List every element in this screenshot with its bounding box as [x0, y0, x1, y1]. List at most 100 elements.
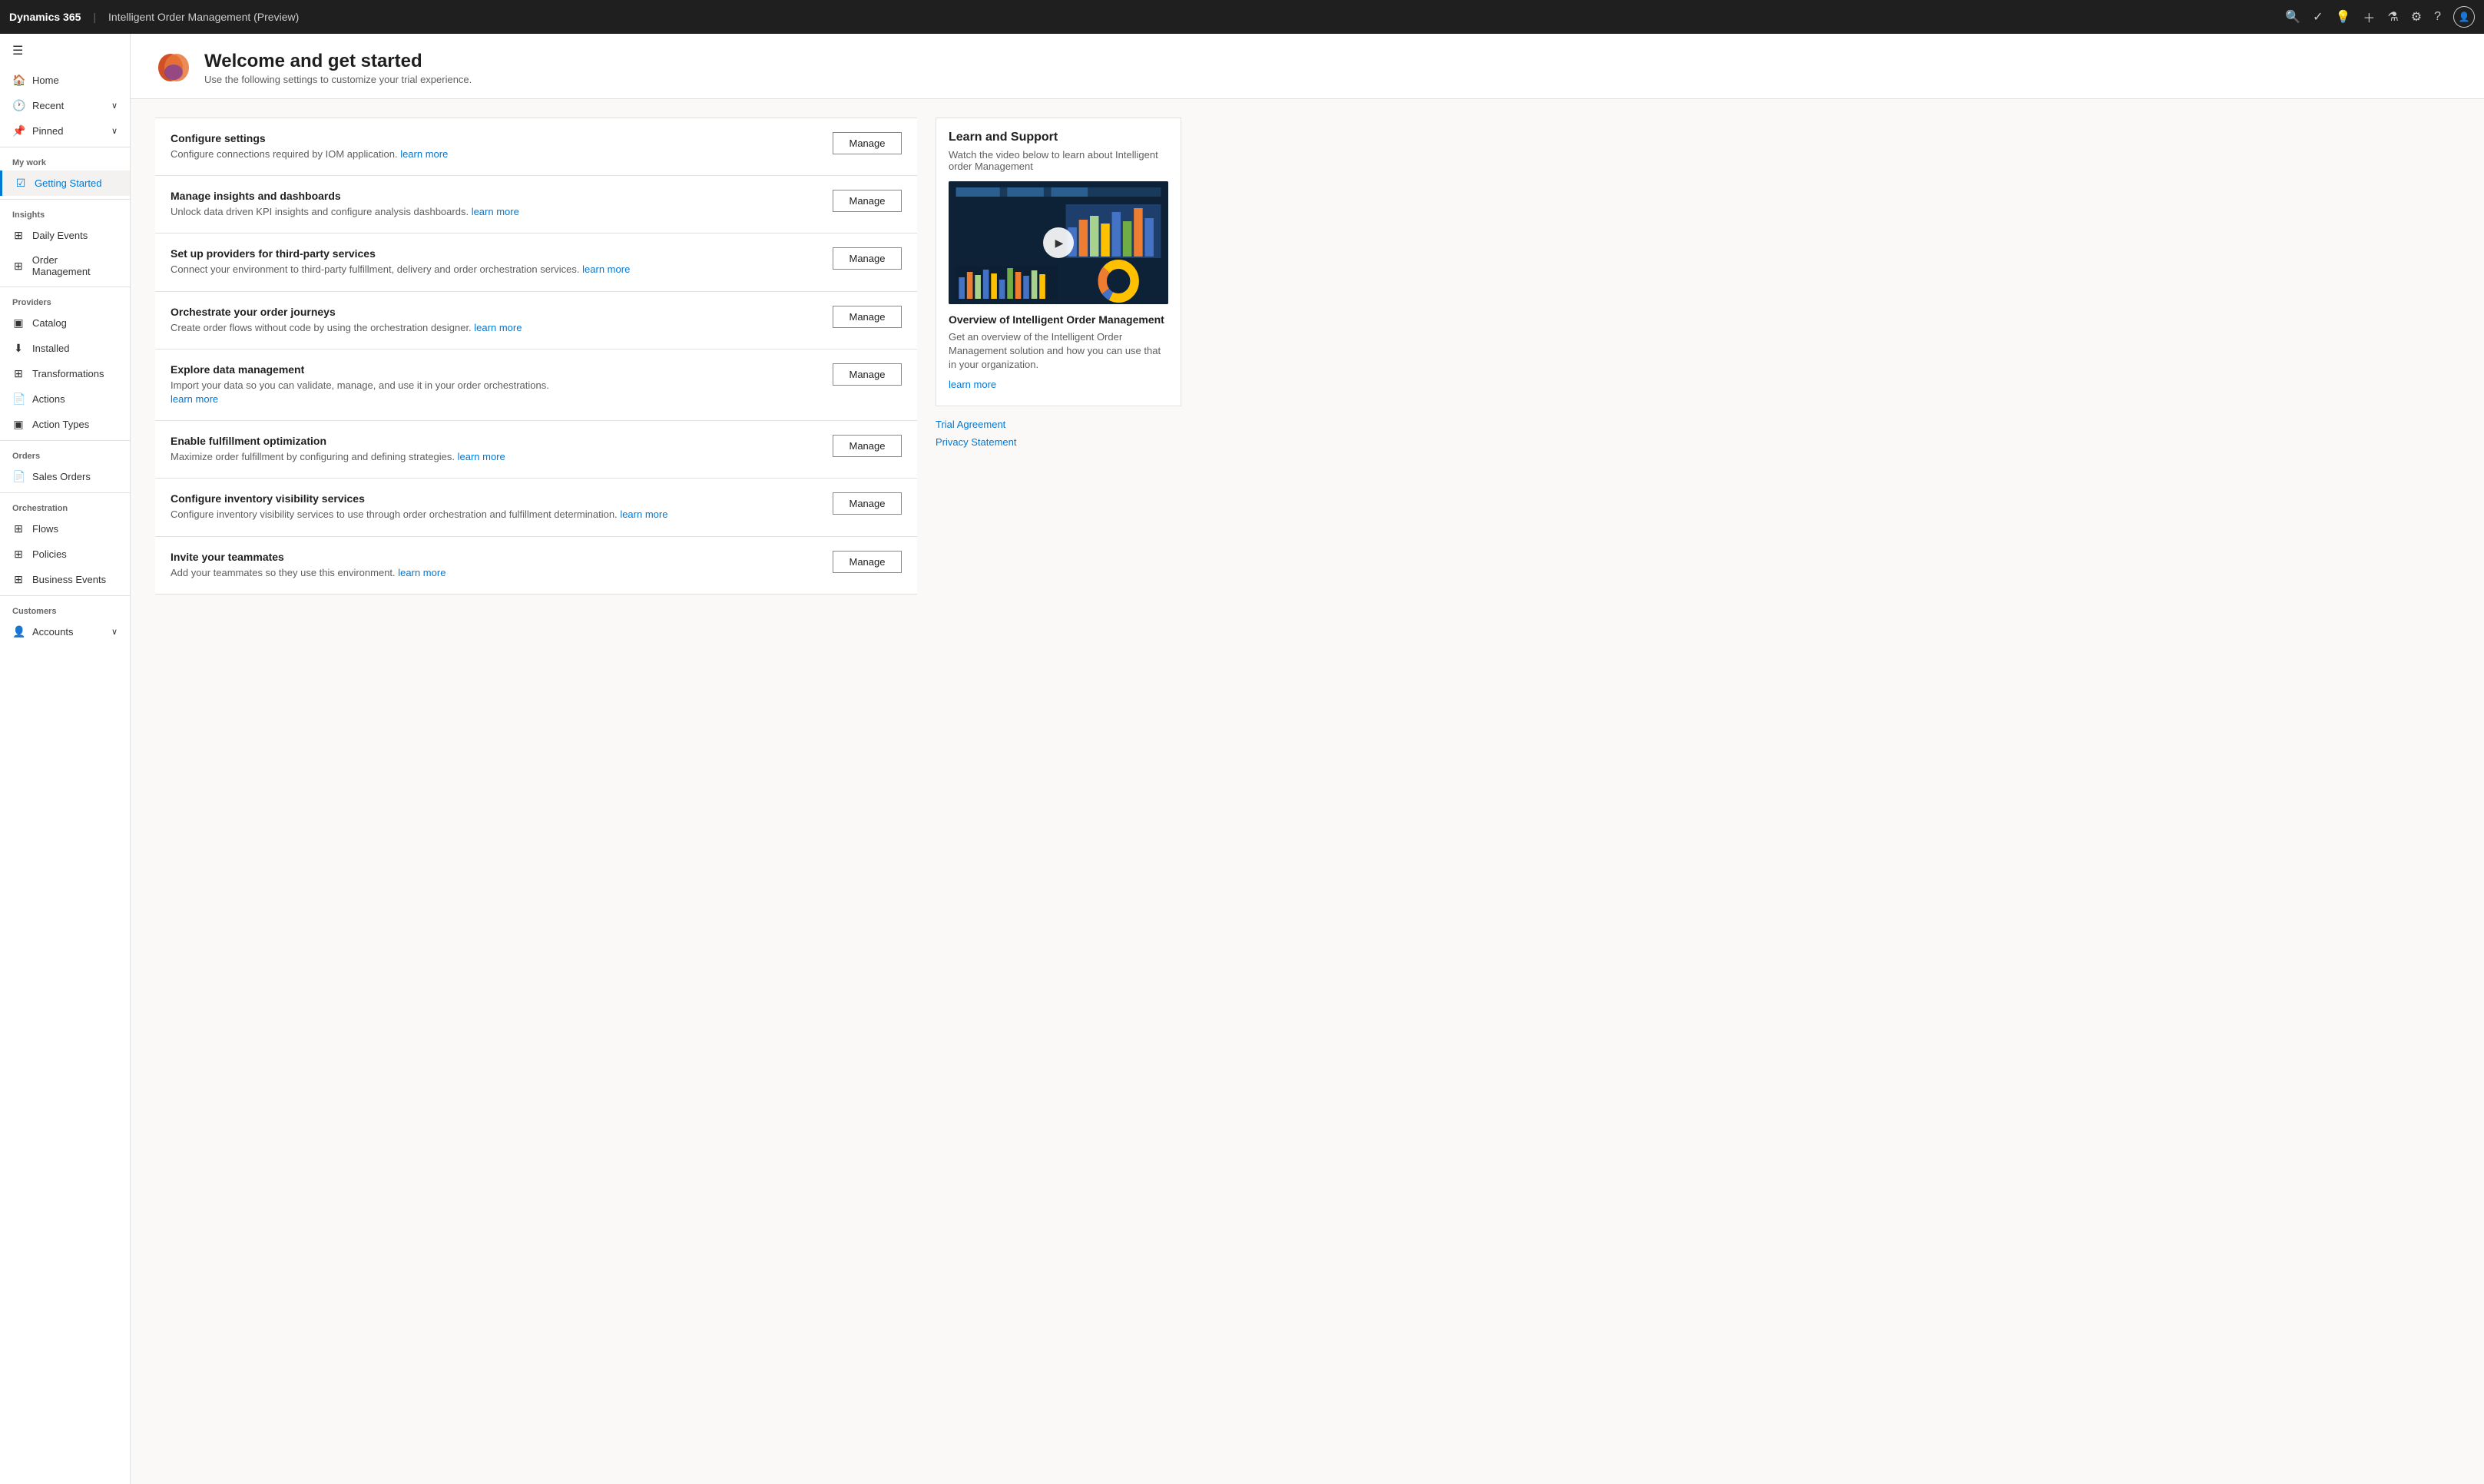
video-thumbnail[interactable] — [949, 181, 1168, 304]
sidebar-item-transformations[interactable]: ⊞ Transformations — [0, 361, 130, 386]
catalog-icon: ▣ — [12, 316, 25, 330]
search-icon[interactable]: 🔍 — [2285, 9, 2300, 25]
card-title: Explore data management — [171, 363, 817, 376]
sidebar-item-accounts[interactable]: 👤 Accounts ∨ — [0, 619, 130, 644]
learn-support-card: Learn and Support Watch the video below … — [936, 118, 1181, 406]
card-orchestrate-journeys: Orchestrate your order journeys Create o… — [155, 292, 917, 349]
header-text: Welcome and get started Use the followin… — [204, 51, 472, 85]
learn-support-desc: Watch the video below to learn about Int… — [949, 149, 1168, 172]
card-title: Set up providers for third-party service… — [171, 247, 817, 260]
manage-button[interactable]: Manage — [833, 306, 902, 328]
learn-more-link[interactable]: learn more — [458, 451, 505, 462]
sidebar-item-catalog[interactable]: ▣ Catalog — [0, 310, 130, 336]
learn-more-link[interactable]: learn more — [171, 393, 218, 405]
video-learn-more-link[interactable]: learn more — [949, 379, 1168, 390]
learn-more-link[interactable]: learn more — [620, 508, 667, 520]
page-subtitle: Use the following settings to customize … — [204, 74, 472, 85]
card-desc: Add your teammates so they use this envi… — [171, 566, 817, 580]
card-desc: Create order flows without code by using… — [171, 321, 817, 335]
card-title: Enable fulfillment optimization — [171, 435, 817, 447]
learn-support-title: Learn and Support — [949, 131, 1168, 144]
learn-more-link[interactable]: learn more — [582, 263, 630, 275]
manage-button[interactable]: Manage — [833, 363, 902, 386]
sidebar-item-action-types[interactable]: ▣ Action Types — [0, 412, 130, 437]
brand-name: Dynamics 365 — [9, 11, 81, 23]
order-management-icon: ⊞ — [12, 260, 25, 273]
card-manage-insights: Manage insights and dashboards Unlock da… — [155, 176, 917, 234]
sidebar-item-flows[interactable]: ⊞ Flows — [0, 516, 130, 542]
lightbulb-icon[interactable]: 💡 — [2335, 9, 2350, 25]
trial-agreement-link[interactable]: Trial Agreement — [936, 419, 1181, 430]
app-name: Intelligent Order Management (Preview) — [108, 11, 2279, 23]
privacy-statement-link[interactable]: Privacy Statement — [936, 436, 1181, 448]
card-explore-data: Explore data management Import your data… — [155, 349, 917, 421]
installed-icon: ⬇ — [12, 342, 25, 355]
sales-orders-icon: 📄 — [12, 470, 25, 483]
right-panel: Learn and Support Watch the video below … — [936, 118, 1181, 595]
card-desc: Configure connections required by IOM ap… — [171, 147, 817, 161]
card-fulfillment-optimization: Enable fulfillment optimization Maximize… — [155, 421, 917, 479]
left-panel: Configure settings Configure connections… — [155, 118, 917, 595]
sidebar-item-order-management[interactable]: ⊞ Order Management — [0, 248, 130, 283]
card-desc: Connect your environment to third-party … — [171, 263, 817, 277]
sidebar-item-pinned[interactable]: 📌 Pinned ∨ — [0, 118, 130, 144]
chevron-down-icon: ∨ — [111, 126, 118, 136]
sidebar-item-actions[interactable]: 📄 Actions — [0, 386, 130, 412]
main-content: Welcome and get started Use the followin… — [131, 34, 2484, 1484]
card-setup-providers: Set up providers for third-party service… — [155, 234, 917, 291]
sidebar-item-business-events[interactable]: ⊞ Business Events — [0, 567, 130, 592]
manage-button[interactable]: Manage — [833, 492, 902, 515]
section-label-orchestration: Orchestration — [0, 496, 130, 516]
manage-button[interactable]: Manage — [833, 247, 902, 270]
business-events-icon: ⊞ — [12, 573, 25, 586]
card-content: Enable fulfillment optimization Maximize… — [171, 435, 817, 464]
sidebar-item-daily-events[interactable]: ⊞ Daily Events — [0, 223, 130, 248]
learn-more-link[interactable]: learn more — [400, 148, 448, 160]
card-content: Configure settings Configure connections… — [171, 132, 817, 161]
sidebar-item-installed[interactable]: ⬇ Installed — [0, 336, 130, 361]
sidebar-item-home[interactable]: 🏠 Home — [0, 68, 130, 93]
section-label-customers: Customers — [0, 599, 130, 619]
sidebar-item-recent[interactable]: 🕐 Recent ∨ — [0, 93, 130, 118]
sidebar-divider — [0, 199, 130, 200]
learn-more-link[interactable]: learn more — [474, 322, 522, 333]
manage-button[interactable]: Manage — [833, 551, 902, 573]
card-desc: Import your data so you can validate, ma… — [171, 379, 817, 406]
transformations-icon: ⊞ — [12, 367, 25, 380]
section-label-providers: Providers — [0, 290, 130, 310]
manage-button[interactable]: Manage — [833, 190, 902, 212]
sidebar-item-getting-started[interactable]: ☑ Getting Started — [0, 171, 130, 196]
manage-button[interactable]: Manage — [833, 435, 902, 457]
video-title: Overview of Intelligent Order Management — [949, 313, 1168, 326]
manage-button[interactable]: Manage — [833, 132, 902, 154]
card-content: Invite your teammates Add your teammates… — [171, 551, 817, 580]
card-title: Configure settings — [171, 132, 817, 144]
filter-icon[interactable]: ⚗ — [2387, 9, 2398, 25]
sidebar: ☰ 🏠 Home 🕐 Recent ∨ 📌 Pinned ∨ My work ☑… — [0, 34, 131, 1484]
card-content: Orchestrate your order journeys Create o… — [171, 306, 817, 335]
card-title: Manage insights and dashboards — [171, 190, 817, 202]
topbar: Dynamics 365 | Intelligent Order Managem… — [0, 0, 2484, 34]
learn-more-link[interactable]: learn more — [472, 206, 519, 217]
sidebar-item-policies[interactable]: ⊞ Policies — [0, 542, 130, 567]
flows-icon: ⊞ — [12, 522, 25, 535]
card-content: Set up providers for third-party service… — [171, 247, 817, 277]
avatar[interactable]: 👤 — [2453, 6, 2475, 28]
hamburger-menu[interactable]: ☰ — [0, 34, 130, 68]
plus-icon[interactable]: ＋ — [2363, 8, 2375, 26]
play-button[interactable] — [1043, 227, 1074, 258]
learn-more-link[interactable]: learn more — [398, 567, 445, 578]
sidebar-divider — [0, 595, 130, 596]
card-title: Configure inventory visibility services — [171, 492, 817, 505]
sidebar-divider — [0, 492, 130, 493]
help-icon[interactable]: ? — [2434, 10, 2441, 24]
gear-icon[interactable]: ⚙ — [2411, 9, 2422, 25]
chevron-down-icon: ∨ — [111, 101, 118, 111]
card-desc: Configure inventory visibility services … — [171, 508, 817, 522]
video-desc: Get an overview of the Intelligent Order… — [949, 330, 1168, 373]
card-title: Invite your teammates — [171, 551, 817, 563]
card-content: Configure inventory visibility services … — [171, 492, 817, 522]
settings-check-icon[interactable]: ✓ — [2313, 9, 2323, 25]
sidebar-item-sales-orders[interactable]: 📄 Sales Orders — [0, 464, 130, 489]
topbar-icons: 🔍 ✓ 💡 ＋ ⚗ ⚙ ? 👤 — [2285, 6, 2475, 28]
